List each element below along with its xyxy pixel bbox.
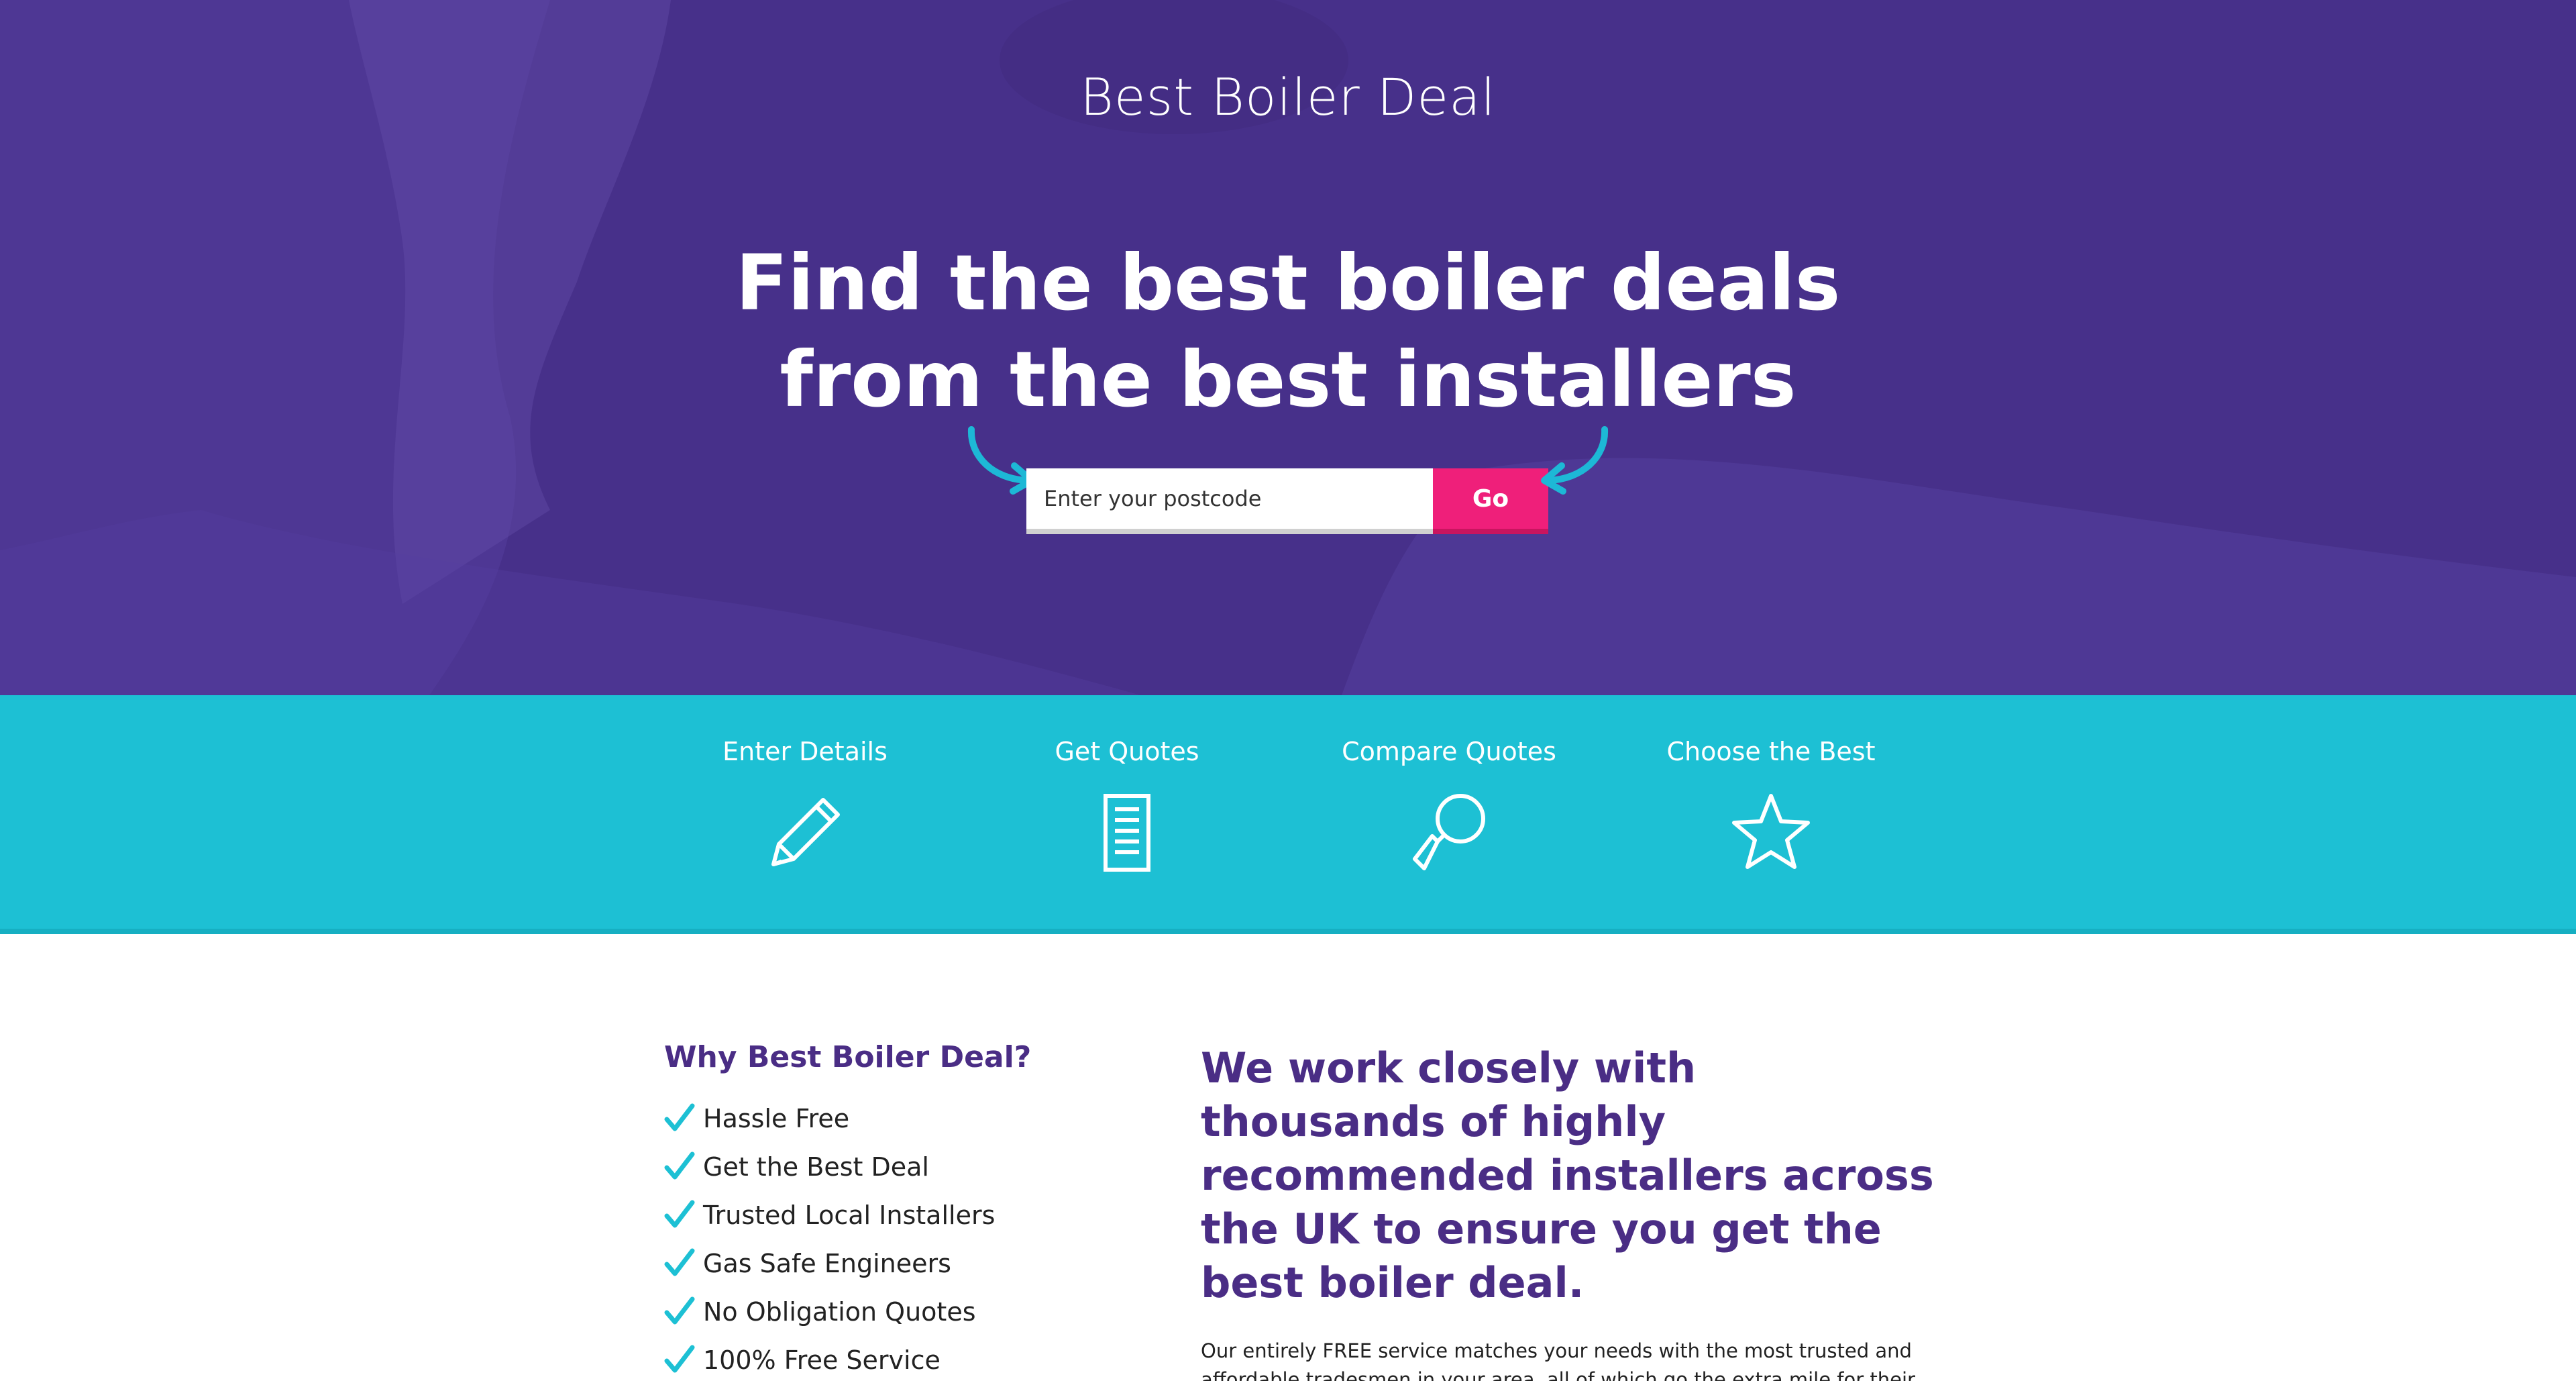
about-heading: We work closely with thousands of highly… bbox=[1201, 1043, 1934, 1307]
hero-title-line-1: Find the best boiler deals bbox=[735, 238, 1841, 327]
step-label: Choose the Best bbox=[1666, 737, 1876, 766]
list-item: No Obligation Quotes bbox=[664, 1288, 1134, 1336]
steps-bar: Enter Details Get Quotes Compare Quotes bbox=[0, 695, 2576, 934]
about-body: Our entirely FREE service matches your n… bbox=[1201, 1339, 1915, 1381]
postcode-input[interactable] bbox=[1026, 468, 1433, 534]
check-icon bbox=[664, 1296, 695, 1325]
check-icon bbox=[664, 1248, 695, 1276]
step-enter-details: Enter Details bbox=[657, 737, 953, 876]
list-item: Trusted Local Installers bbox=[664, 1191, 1134, 1239]
list-item-label: No Obligation Quotes bbox=[703, 1297, 976, 1327]
list-item-label: Get the Best Deal bbox=[703, 1152, 929, 1182]
hero-title: Find the best boiler deals from the best… bbox=[0, 235, 2576, 428]
check-icon bbox=[664, 1152, 695, 1180]
magnifier-icon bbox=[1413, 794, 1485, 870]
star-icon bbox=[1732, 794, 1810, 869]
check-icon bbox=[664, 1103, 695, 1131]
right-arrow-icon bbox=[1541, 426, 1609, 495]
list-item-label: Trusted Local Installers bbox=[703, 1200, 996, 1230]
about-section: We work closely with thousands of highly… bbox=[1201, 1041, 1939, 1381]
why-list: Hassle Free Get the Best Deal Trusted Lo… bbox=[664, 1094, 1134, 1381]
step-compare-quotes: Compare Quotes bbox=[1301, 737, 1597, 876]
list-item: Get the Best Deal bbox=[664, 1143, 1134, 1191]
check-icon bbox=[664, 1345, 695, 1373]
step-label: Compare Quotes bbox=[1342, 737, 1556, 766]
check-icon bbox=[664, 1200, 695, 1228]
pencil-icon bbox=[771, 798, 840, 866]
step-label: Enter Details bbox=[722, 737, 888, 766]
document-icon bbox=[1104, 794, 1150, 872]
hero-title-line-2: from the best installers bbox=[780, 335, 1796, 424]
list-item-label: 100% Free Service bbox=[703, 1345, 941, 1375]
list-item-label: Hassle Free bbox=[703, 1104, 850, 1133]
postcode-form: Go bbox=[1026, 468, 1548, 534]
list-item: Gas Safe Engineers bbox=[664, 1239, 1134, 1288]
step-label: Get Quotes bbox=[1055, 737, 1199, 766]
list-item: 100% Free Service bbox=[664, 1336, 1134, 1381]
step-get-quotes: Get Quotes bbox=[979, 737, 1275, 876]
hero-section: Best Boiler Deal Find the best boiler de… bbox=[0, 0, 2576, 695]
list-item: Hassle Free bbox=[664, 1094, 1134, 1143]
step-choose-best: Choose the Best bbox=[1623, 737, 1919, 876]
why-title: Why Best Boiler Deal? bbox=[664, 1040, 1032, 1074]
site-logo[interactable]: Best Boiler Deal bbox=[0, 67, 2576, 127]
list-item-label: Gas Safe Engineers bbox=[703, 1249, 951, 1278]
why-section: Why Best Boiler Deal? Hassle Free Get th… bbox=[664, 1040, 1134, 1381]
